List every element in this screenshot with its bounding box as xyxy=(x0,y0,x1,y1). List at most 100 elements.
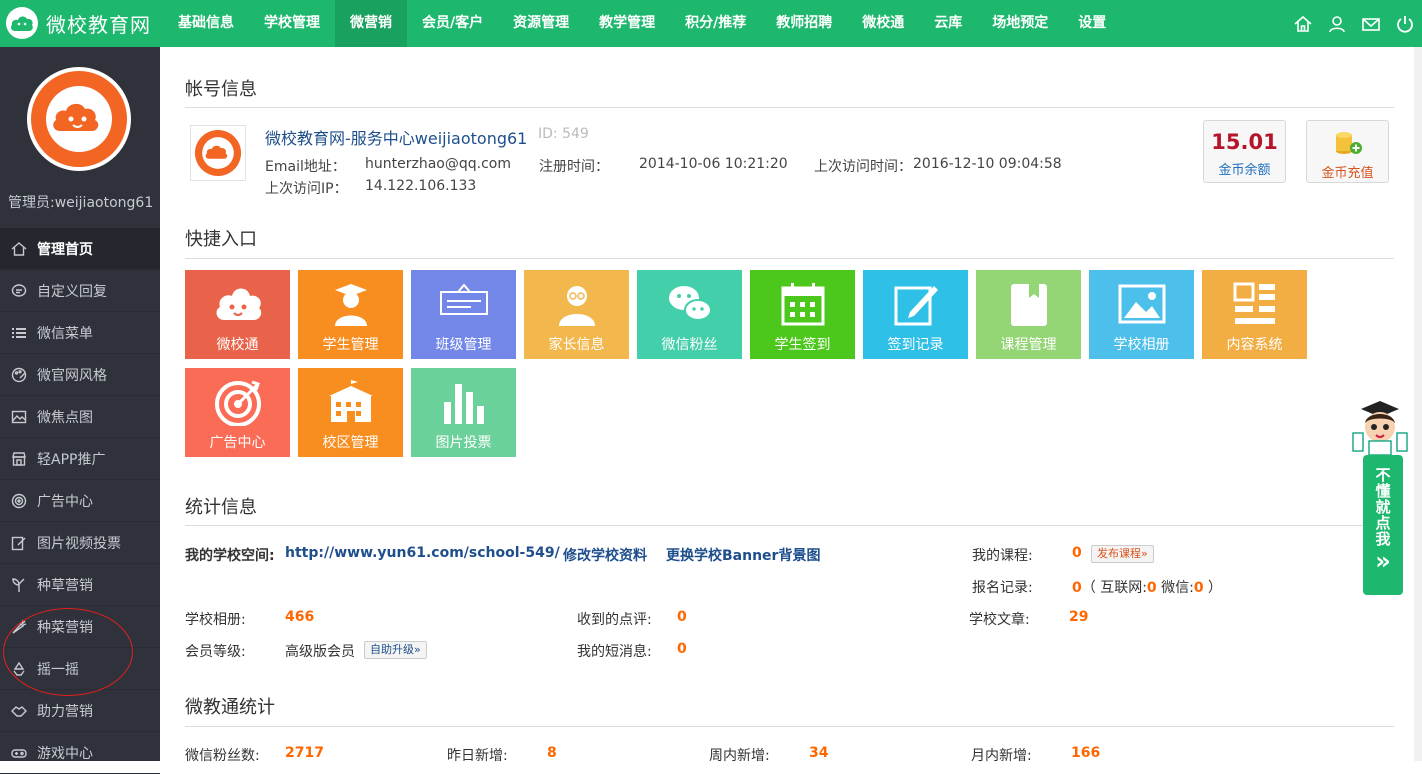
tile-weixiaotong[interactable]: 微校通 xyxy=(185,270,290,359)
brand-logo[interactable]: 微校教育网 xyxy=(6,6,151,40)
divider xyxy=(185,107,1394,108)
target-icon xyxy=(10,492,28,510)
yesterday-label: 昨日新增: xyxy=(447,748,508,764)
help-widget[interactable]: 不 懂 就 点 我 » xyxy=(1343,395,1422,595)
sidebar-item-focus-image[interactable]: 微焦点图 xyxy=(0,396,160,438)
change-banner-link[interactable]: 更换学校Banner背景图 xyxy=(666,545,820,565)
tile-wechat-fans[interactable]: 微信粉丝 xyxy=(637,270,742,359)
cartoon-boy-icon xyxy=(1352,401,1408,456)
fans-value: 2717 xyxy=(285,745,324,761)
fans-label: 微信粉丝数: xyxy=(185,748,260,764)
tile-label: 班级管理 xyxy=(435,337,492,353)
bar-chart-icon xyxy=(444,384,484,424)
tile-class-mgmt[interactable]: 班级管理 xyxy=(411,270,516,359)
wx-stats-section-title: 微教通统计 xyxy=(185,697,275,718)
signup-wx-label: 微信: xyxy=(1156,580,1194,596)
school-building-icon xyxy=(329,380,373,422)
home-icon xyxy=(10,240,28,258)
yun61-seal-logo xyxy=(31,71,127,167)
divider xyxy=(185,258,1394,259)
sidebar-item-boost-marketing[interactable]: 助力营销 xyxy=(0,690,160,732)
target-icon xyxy=(215,380,261,426)
image-icon xyxy=(10,408,28,426)
tile-label: 课程管理 xyxy=(1000,337,1057,353)
nav-venue[interactable]: 场地预定 xyxy=(977,0,1063,47)
nav-basic-info[interactable]: 基础信息 xyxy=(163,0,249,47)
nav-recruit[interactable]: 教师招聘 xyxy=(761,0,847,47)
review-label: 收到的点评: xyxy=(577,612,652,628)
handshake-icon xyxy=(10,702,28,720)
school-space-link[interactable]: http://www.yun61.com/school-549/ xyxy=(285,545,560,561)
tile-school-album[interactable]: 学校相册 xyxy=(1089,270,1194,359)
member-level-value: 高级版会员 xyxy=(285,644,355,660)
help-char: 不 xyxy=(1375,466,1391,484)
sidebar-item-grass-marketing[interactable]: 种草营销 xyxy=(0,564,160,606)
calendar-icon xyxy=(781,283,825,326)
nav-settings[interactable]: 设置 xyxy=(1063,0,1121,47)
double-chevron-icon: » xyxy=(1375,547,1391,575)
nav-school-mgmt[interactable]: 学校管理 xyxy=(249,0,335,47)
nav-points[interactable]: 积分/推荐 xyxy=(670,0,761,47)
sidebar-item-ad-center[interactable]: 广告中心 xyxy=(0,480,160,522)
tile-student-mgmt[interactable]: 学生管理 xyxy=(298,270,403,359)
sidebar-item-game-center[interactable]: 游戏中心 xyxy=(0,732,160,774)
user-icon[interactable] xyxy=(1320,0,1354,47)
main-content: 帐号信息 微校教育网-服务中心weijiaotong61 ID: 549 Ema… xyxy=(160,47,1422,764)
tile-campus-mgmt[interactable]: 校区管理 xyxy=(298,368,403,457)
power-icon[interactable] xyxy=(1388,0,1422,47)
album-label: 学校相册: xyxy=(185,612,246,628)
nav-members[interactable]: 会员/客户 xyxy=(407,0,498,47)
nav-weixiaotong[interactable]: 微校通 xyxy=(847,0,919,47)
help-button[interactable]: 不 懂 就 点 我 » xyxy=(1363,455,1403,595)
tile-ad-center[interactable]: 广告中心 xyxy=(185,368,290,457)
sidebar-item-site-style[interactable]: 微官网风格 xyxy=(0,354,160,396)
graduate-icon xyxy=(335,284,367,326)
signup-wx-value: 0 xyxy=(1193,580,1204,596)
yesterday-value: 8 xyxy=(547,745,557,761)
scrollbar[interactable] xyxy=(1414,47,1422,761)
signup-record-row: 0（ 互联网:0 微信:0 ） xyxy=(1072,577,1222,597)
tile-checkin-records[interactable]: 签到记录 xyxy=(863,270,968,359)
coin-balance-box[interactable]: 15.01 金币余额 xyxy=(1203,120,1286,183)
tile-parent-info[interactable]: 家长信息 xyxy=(524,270,629,359)
chat-bubble-icon xyxy=(10,282,28,300)
sidebar-item-label: 轻APP推广 xyxy=(37,451,106,468)
reg-time-value: 2014-10-06 10:21:20 xyxy=(639,156,788,172)
tile-student-checkin[interactable]: 学生签到 xyxy=(750,270,855,359)
nav-resources[interactable]: 资源管理 xyxy=(498,0,584,47)
nav-cloud[interactable]: 云库 xyxy=(919,0,977,47)
sidebar-item-label: 游戏中心 xyxy=(37,745,93,762)
publish-course-button[interactable]: 发布课程» xyxy=(1091,545,1154,563)
account-name[interactable]: 微校教育网-服务中心weijiaotong61 xyxy=(265,125,527,149)
sidebar-item-home[interactable]: 管理首页 xyxy=(0,228,160,270)
edit-school-link[interactable]: 修改学校资料 xyxy=(563,545,647,565)
tile-course-mgmt[interactable]: 课程管理 xyxy=(976,270,1081,359)
sidebar-item-light-app[interactable]: 轻APP推广 xyxy=(0,438,160,480)
help-char: 我 xyxy=(1375,530,1391,548)
coin-recharge-label: 金币充值 xyxy=(1321,166,1374,181)
sidebar-item-label: 助力营销 xyxy=(37,703,93,720)
sidebar-item-photo-video-vote[interactable]: 图片视频投票 xyxy=(0,522,160,564)
mail-icon[interactable] xyxy=(1354,0,1388,47)
parent-icon xyxy=(559,286,595,326)
school-avatar xyxy=(27,67,131,171)
nav-teaching[interactable]: 教学管理 xyxy=(584,0,670,47)
sidebar-item-label: 微焦点图 xyxy=(37,409,93,426)
palette-icon xyxy=(10,366,28,384)
tile-label: 图片投票 xyxy=(435,435,492,451)
sprout-icon xyxy=(10,576,28,594)
tile-label: 学校相册 xyxy=(1113,337,1170,353)
upgrade-button[interactable]: 自助升级» xyxy=(364,641,427,659)
tile-photo-vote[interactable]: 图片投票 xyxy=(411,368,516,457)
tile-label: 校区管理 xyxy=(322,435,379,451)
tile-content-system[interactable]: 内容系统 xyxy=(1202,270,1307,359)
help-char: 懂 xyxy=(1375,482,1391,500)
home-icon[interactable] xyxy=(1286,0,1320,47)
nav-micro-marketing[interactable]: 微营销 xyxy=(335,0,407,47)
photo-icon xyxy=(1118,284,1166,324)
month-label: 月内新增: xyxy=(971,748,1032,764)
sidebar-item-wechat-menu[interactable]: 微信菜单 xyxy=(0,312,160,354)
coin-recharge-button[interactable]: 金币充值 xyxy=(1306,120,1389,183)
sidebar-item-auto-reply[interactable]: 自定义回复 xyxy=(0,270,160,312)
signup-paren-open: （ 互联网: xyxy=(1081,580,1147,596)
